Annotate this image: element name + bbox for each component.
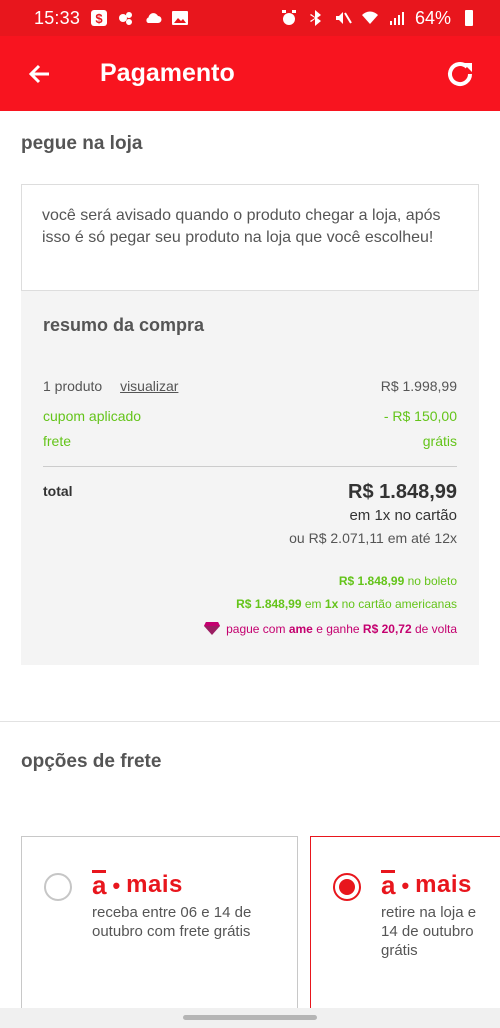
boleto-value: R$ 1.848,99 [338, 574, 405, 588]
signal-icon [388, 9, 406, 27]
ame-suffix: de volta [414, 622, 457, 636]
puzzle-app-icon [117, 9, 135, 27]
products-value: R$ 1.998,99 [380, 378, 457, 394]
alarm-icon [280, 9, 298, 27]
refresh-button[interactable] [442, 56, 478, 92]
amcard-em: em [304, 597, 322, 611]
summary-title: resumo da compra [43, 315, 205, 335]
image-icon [171, 9, 189, 27]
amcard-value: R$ 1.848,99 [236, 597, 302, 611]
pickup-notice: você será avisado quando o produto chega… [21, 184, 479, 291]
summary-divider [43, 466, 457, 467]
shipping-option-radio[interactable] [44, 873, 72, 901]
ame-value: R$ 20,72 [362, 622, 412, 636]
mute-icon [334, 9, 352, 27]
americanas-card-line: R$ 1.848,99 em 1x no cartão americanas [236, 597, 457, 611]
amcard-1x: 1x [324, 597, 339, 611]
page-title: Pagamento [100, 59, 235, 87]
ame-mid: e ganhe [316, 622, 360, 636]
status-bar: 15:33 $ 64% [0, 0, 500, 36]
shipping-label: frete [43, 433, 72, 449]
amais-logo: a • mais [92, 870, 183, 900]
amais-logo: a • mais [381, 870, 472, 900]
purchase-summary: resumo da compra 1 produto visualizar R$… [21, 291, 479, 665]
shipping-value: grátis [422, 433, 457, 449]
app-bar: Pagamento [0, 36, 500, 111]
card-1x-text: em 1x no cartão [349, 507, 457, 524]
cloud-icon [144, 9, 162, 27]
dollar-app-icon: $ [90, 9, 108, 27]
svg-text:$: $ [95, 11, 103, 26]
products-label: 1 produto [43, 378, 103, 394]
total-label: total [43, 483, 73, 499]
shipping-option-pickup[interactable]: a • mais retire na loja e 14 de outubro … [310, 836, 500, 1019]
back-button[interactable] [20, 54, 60, 94]
shipping-option-description: retire na loja e 14 de outubro grátis [381, 904, 477, 959]
battery-icon [460, 9, 478, 27]
products-row: 1 produto visualizar R$ 1.998,99 [43, 378, 457, 394]
coupon-label: cupom aplicado [43, 408, 142, 424]
shipping-option-description: receba entre 06 e 14 de outubro com fret… [92, 904, 252, 940]
shipping-option-radio-selected[interactable] [333, 873, 361, 901]
arrow-left-icon [28, 64, 49, 83]
ame-diamond-icon [203, 621, 220, 635]
battery-percent: 64% [414, 7, 451, 28]
boleto-text: no boleto [407, 574, 457, 588]
coupon-value: - R$ 150,00 [383, 408, 457, 424]
gesture-nav-bar [0, 1008, 500, 1028]
refresh-icon [448, 61, 473, 86]
bluetooth-icon [307, 9, 325, 27]
ame-brand: ame [288, 622, 313, 636]
coupon-row: cupom aplicado - R$ 150,00 [43, 408, 457, 424]
section-divider [0, 721, 500, 722]
home-gesture-handle[interactable] [183, 1015, 317, 1020]
shipping-options-title: opções de frete [21, 751, 162, 772]
ame-cashback-line: pague com ame e ganhe R$ 20,72 de volta [203, 621, 457, 636]
total-value: R$ 1.848,99 [348, 481, 457, 503]
view-products-link[interactable]: visualizar [120, 378, 178, 394]
status-time: 15:33 [34, 7, 81, 28]
wifi-icon [361, 9, 379, 27]
pickup-section-title: pegue na loja [21, 133, 143, 154]
shipping-row: frete grátis [43, 433, 457, 449]
ame-prefix: pague com [226, 622, 286, 636]
installments-text: ou R$ 2.071,11 em até 12x [289, 530, 457, 546]
amcard-text: no cartão americanas [341, 597, 457, 611]
shipping-option-delivery[interactable]: a • mais receba entre 06 e 14 de outubro… [21, 836, 298, 1019]
boleto-line: R$ 1.848,99 no boleto [339, 574, 457, 588]
